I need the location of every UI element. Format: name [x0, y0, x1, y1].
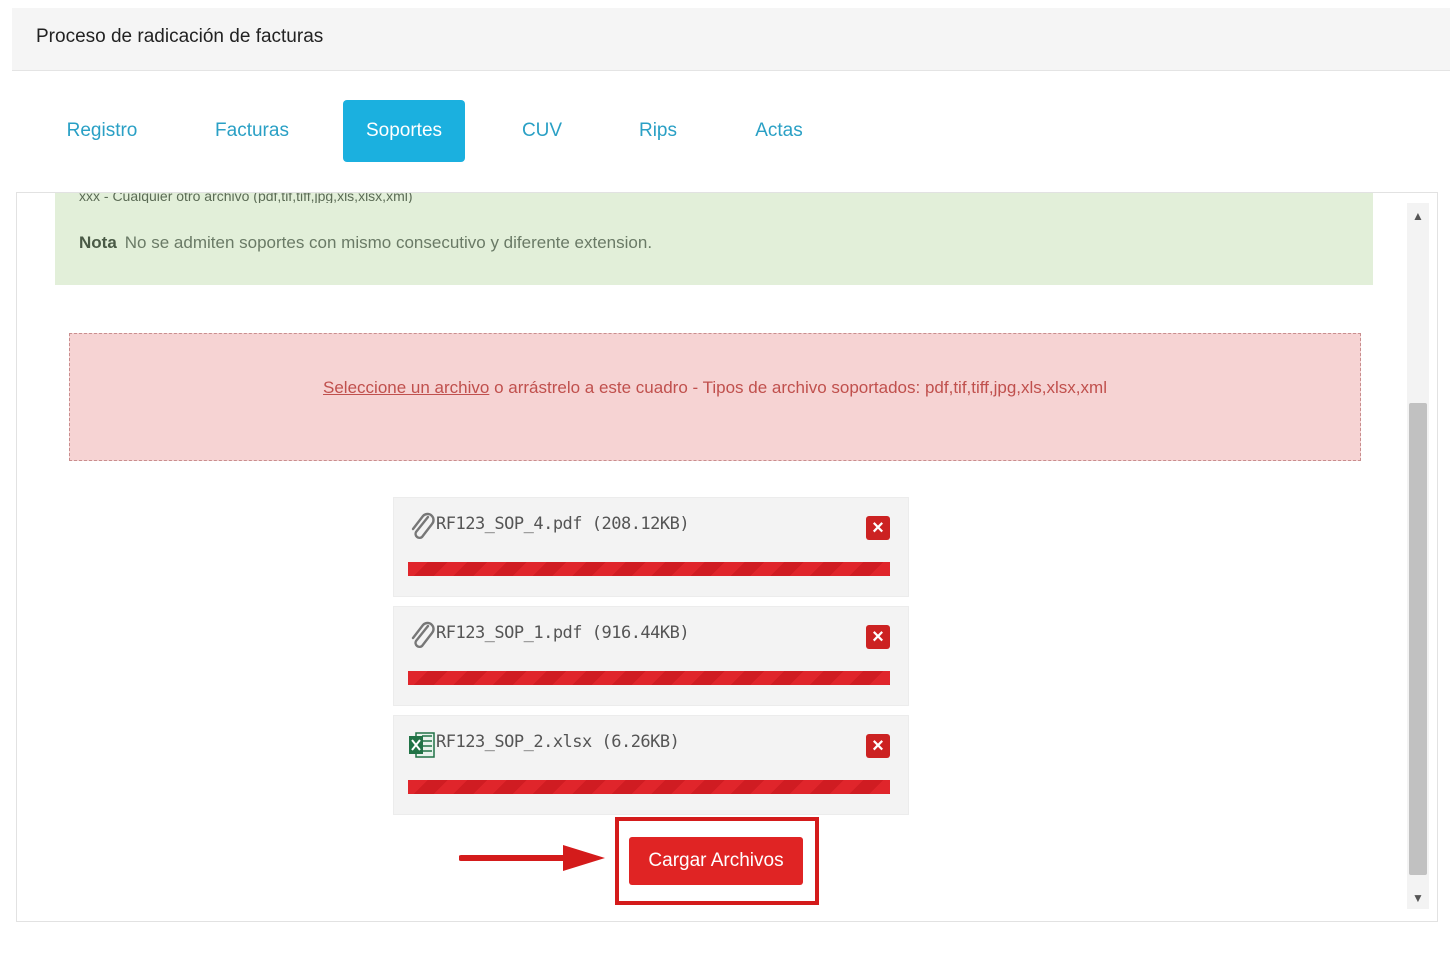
excel-icon	[409, 732, 435, 758]
tab-cuv[interactable]: CUV	[492, 100, 592, 162]
tab-registro[interactable]: Registro	[40, 100, 164, 162]
upload-progress-bar	[408, 671, 890, 685]
file-name: RF123_SOP_2.xlsx (6.26KB)	[436, 732, 680, 752]
remove-file-button[interactable]: ×	[866, 516, 890, 540]
scroll-thumb[interactable]	[1409, 403, 1427, 875]
note-text-line: Nota No se admiten soportes con mismo con…	[79, 233, 652, 253]
remove-file-button[interactable]: ×	[866, 625, 890, 649]
select-file-link[interactable]: Seleccione un archivo	[323, 378, 489, 397]
tab-actas[interactable]: Actas	[732, 100, 826, 162]
file-item: RF123_SOP_4.pdf (208.12KB) ×	[393, 497, 909, 597]
tab-facturas[interactable]: Facturas	[190, 100, 314, 162]
upload-progress-bar	[408, 562, 890, 576]
dropzone-text: Seleccione un archivo o arrástrelo a est…	[70, 378, 1360, 398]
note-cut-line: xxx - Cualquier otro archivo (pdf,tif,ti…	[79, 193, 413, 203]
tab-bar: Registro Facturas Soportes CUV Rips Acta…	[12, 100, 912, 166]
upload-progress-bar	[408, 780, 890, 794]
supports-content-area: xxx - Cualquier otro archivo (pdf,tif,ti…	[16, 192, 1438, 922]
upload-files-button[interactable]: Cargar Archivos	[629, 837, 803, 885]
note-label: Nota	[79, 233, 117, 252]
note-text: No se admiten soportes con mismo consecu…	[124, 233, 653, 252]
tab-rips[interactable]: Rips	[612, 100, 704, 162]
arrow-right-icon	[459, 845, 605, 871]
paperclip-icon	[411, 621, 435, 649]
remove-file-button[interactable]: ×	[866, 734, 890, 758]
file-name: RF123_SOP_4.pdf (208.12KB)	[436, 514, 690, 534]
dropzone-hint: o arrástrelo a este cuadro - Tipos de ar…	[489, 378, 1107, 397]
scroll-up-icon[interactable]: ▲	[1412, 209, 1424, 223]
upload-highlight-frame: Cargar Archivos	[615, 817, 819, 905]
file-dropzone[interactable]: Seleccione un archivo o arrástrelo a est…	[69, 333, 1361, 461]
scroll-down-icon[interactable]: ▼	[1412, 891, 1424, 905]
file-item: RF123_SOP_1.pdf (916.44KB) ×	[393, 606, 909, 706]
paperclip-icon	[411, 512, 435, 540]
file-name: RF123_SOP_1.pdf (916.44KB)	[436, 623, 690, 643]
panel-header: Proceso de radicación de facturas	[12, 8, 1450, 71]
info-note: xxx - Cualquier otro archivo (pdf,tif,ti…	[55, 193, 1373, 285]
tab-soportes[interactable]: Soportes	[343, 100, 465, 162]
file-item: RF123_SOP_2.xlsx (6.26KB) ×	[393, 715, 909, 815]
vertical-scrollbar[interactable]: ▲ ▼	[1407, 203, 1429, 909]
panel-title: Proceso de radicación de facturas	[36, 26, 324, 47]
